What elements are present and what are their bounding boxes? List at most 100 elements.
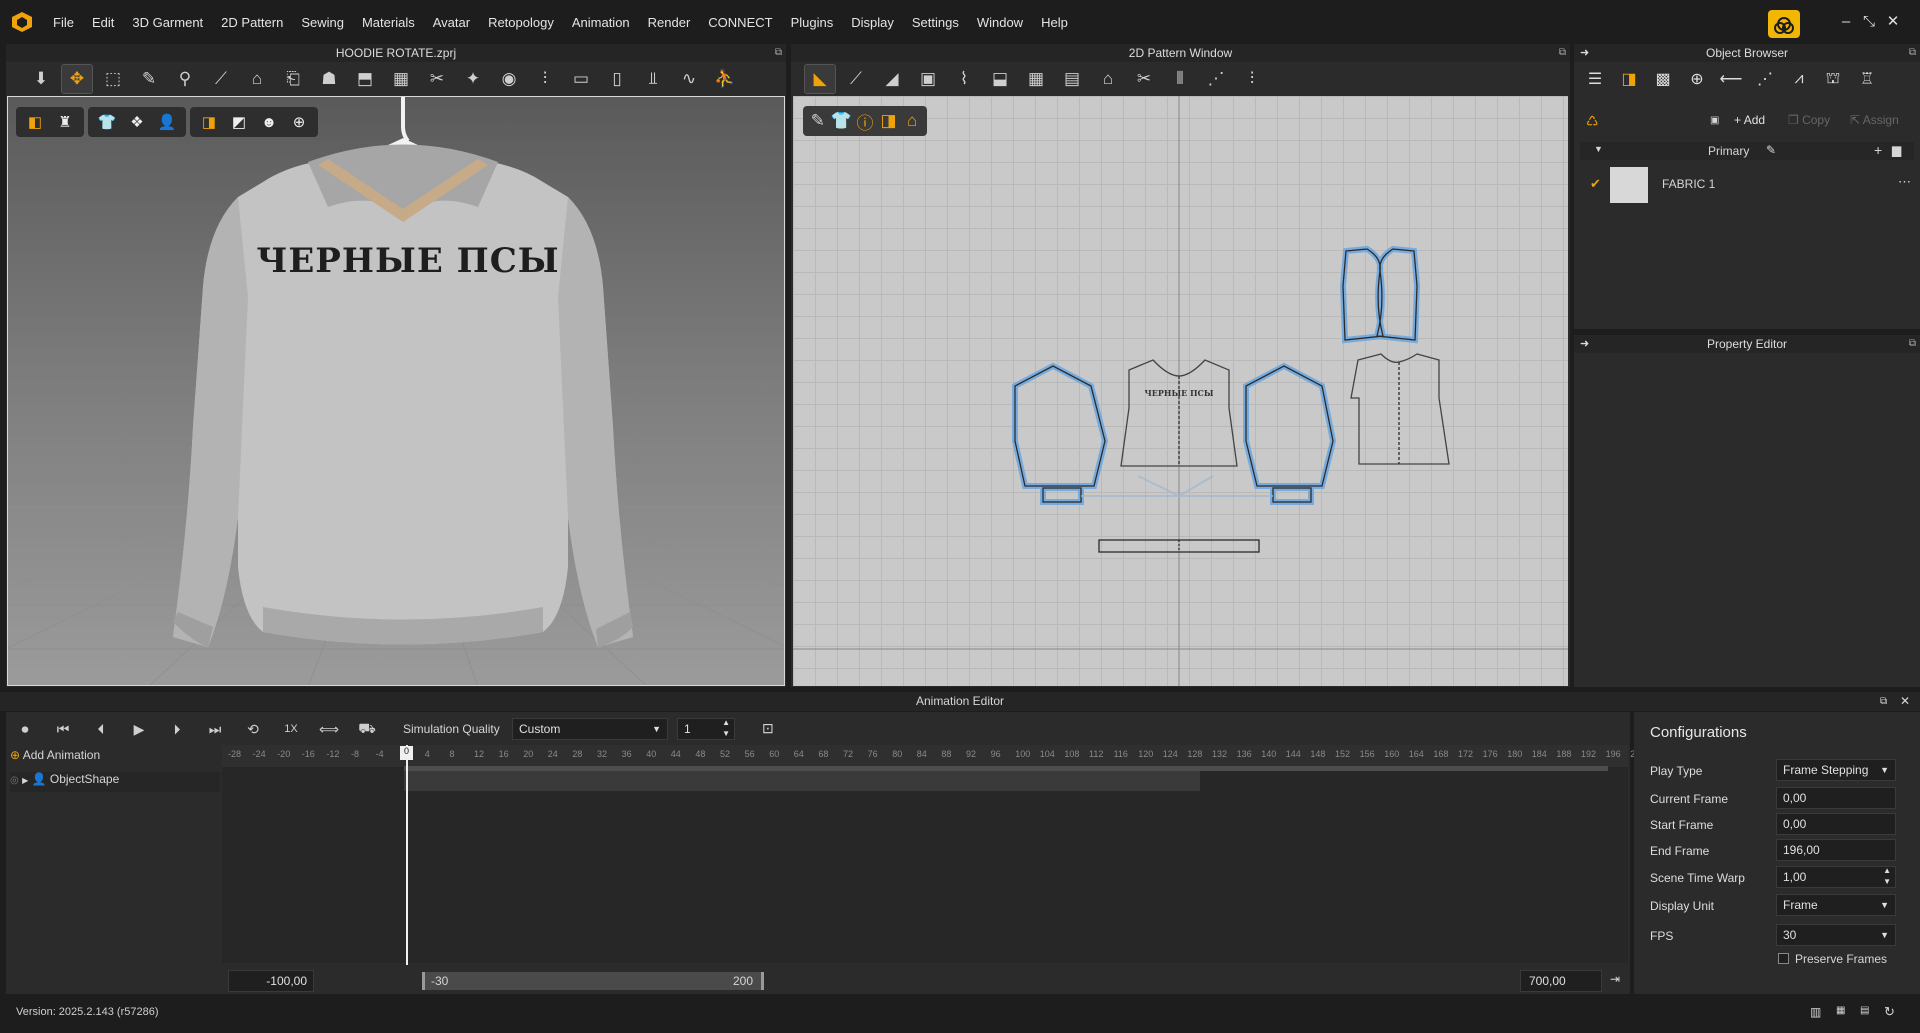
assign-button[interactable]: ⇱ Assign	[1850, 113, 1899, 127]
play-type-select[interactable]: Frame Stepping ▼	[1776, 759, 1896, 781]
quality-number-input[interactable]: 1 ▲ ▼	[677, 718, 735, 740]
garment-tool-icon[interactable]: ⌂	[242, 65, 272, 93]
line-tool-icon[interactable]: ⟋	[206, 65, 236, 93]
3d-viewport[interactable]: ЧЕРНЫЕ ПСЫ ◧ ♜ 👕 ❖ 👤 ◨ ◩ ☻ ⊕	[7, 96, 785, 686]
playhead[interactable]	[406, 745, 408, 965]
undock-icon[interactable]: ⧉	[1909, 44, 1916, 62]
menu-item-avatar[interactable]: Avatar	[424, 15, 479, 30]
menu-item-2d-pattern[interactable]: 2D Pattern	[212, 15, 292, 30]
edit-icon[interactable]: ✎	[1766, 143, 1776, 157]
playhead-label[interactable]: 0	[400, 746, 413, 760]
tack-tool-icon[interactable]: ✂	[422, 65, 452, 93]
menu-item-3d-garment[interactable]: 3D Garment	[123, 15, 212, 30]
collapse-arrow-icon[interactable]: ➜	[1580, 335, 1589, 353]
curve-tool-icon[interactable]: ∿	[674, 65, 704, 93]
keyframe-icon[interactable]: ⟺	[314, 715, 344, 743]
range-end-field[interactable]: 700,00	[1520, 970, 1602, 992]
rect-tool-icon[interactable]: ▯	[602, 65, 632, 93]
add-material-icon[interactable]: +	[1874, 142, 1882, 158]
expand-icon[interactable]: ▶	[22, 776, 28, 785]
menu-item-settings[interactable]: Settings	[903, 15, 968, 30]
menu-item-render[interactable]: Render	[639, 15, 700, 30]
loop-icon[interactable]: ⟲	[238, 715, 268, 743]
undock-icon[interactable]: ⧉	[1559, 44, 1566, 62]
garment-icon[interactable]: ⌂	[1093, 65, 1123, 93]
menu-item-help[interactable]: Help	[1032, 15, 1077, 30]
segment-icon[interactable]: ⋰	[1201, 65, 1231, 93]
fold-icon[interactable]: ▤	[1057, 65, 1087, 93]
globe-tool-icon[interactable]: ◉	[494, 65, 524, 93]
arrange-tool-icon[interactable]: ⬒	[350, 65, 380, 93]
checker-tab-icon[interactable]: ▩	[1646, 64, 1680, 94]
folder-add-icon[interactable]: ▣	[1710, 115, 1719, 126]
zip-tool-icon[interactable]: ⫶	[530, 65, 560, 93]
simulation-quality-select[interactable]: Custom ▼	[512, 718, 668, 740]
track-row[interactable]: ◎ ▶ 👤 ObjectShape	[10, 772, 220, 792]
zipper-tab-icon[interactable]: ⩘	[1782, 64, 1816, 94]
refresh-icon[interactable]: ↻	[1884, 1004, 1895, 1020]
animation-clip-bar[interactable]	[404, 769, 1200, 791]
time-warp-field[interactable]: 1,00 ▲ ▼	[1776, 866, 1896, 888]
move-tool-icon[interactable]: ✥	[61, 64, 93, 94]
prev-frame-icon[interactable]: ⏴	[86, 715, 116, 743]
grid-icon[interactable]: ▦	[1021, 65, 1051, 93]
simulation-icon[interactable]: ⛟	[352, 715, 382, 743]
button-tab-icon[interactable]: ⊕	[1680, 64, 1714, 94]
trim-tab-icon[interactable]: ⛫	[1816, 64, 1850, 94]
undock-icon[interactable]: ⧉	[1880, 692, 1887, 711]
graphic-tab-icon[interactable]: ♖	[1850, 64, 1884, 94]
down-arrow-tool-icon[interactable]: ⬇	[26, 65, 56, 93]
edit-tool-icon[interactable]: ✦	[458, 65, 488, 93]
seam-icon[interactable]: ⦀	[1165, 65, 1195, 93]
minimize-button[interactable]: –	[1836, 12, 1856, 32]
fabric-view-icon[interactable]: ❖	[124, 111, 150, 133]
fabric-tab-icon[interactable]: ◨	[1612, 64, 1646, 94]
list-tab-icon[interactable]: ☰	[1578, 64, 1612, 94]
select-tool-icon[interactable]: ⬚	[98, 65, 128, 93]
clo-brand-icon[interactable]	[1768, 10, 1800, 38]
range-slider[interactable]: -30 200	[422, 972, 764, 990]
menu-item-materials[interactable]: Materials	[353, 15, 424, 30]
display-unit-select[interactable]: Frame ▼	[1776, 894, 1896, 916]
zip-icon[interactable]: ⫶	[1237, 65, 1267, 93]
rectangle-icon[interactable]: ▣	[913, 65, 943, 93]
more-options-icon[interactable]: ⋯	[1898, 174, 1911, 190]
fit-range-icon[interactable]: ⇥	[1610, 972, 1620, 986]
preserve-frames-checkbox[interactable]	[1778, 953, 1789, 964]
close-button[interactable]: ✕	[1883, 12, 1903, 32]
start-frame-field[interactable]: 0,00	[1776, 813, 1896, 835]
menu-item-plugins[interactable]: Plugins	[782, 15, 843, 30]
last-frame-icon[interactable]: ⏭	[200, 715, 230, 743]
add-animation-button[interactable]: ⊕ Add Animation	[10, 748, 220, 768]
grid-tool-icon[interactable]: ▦	[386, 65, 416, 93]
speed-button[interactable]: 1X	[276, 715, 306, 743]
person-view-icon[interactable]: 👤	[154, 111, 180, 133]
skin-view-icon[interactable]: ☻	[256, 111, 282, 133]
walk-tool-icon[interactable]: ⛹	[710, 65, 740, 93]
current-frame-field[interactable]: 0,00	[1776, 787, 1896, 809]
record-icon[interactable]: ⏺	[10, 715, 40, 743]
2d-pattern-viewport[interactable]: ✎ 👕 ⓘ ◨ ⌂ ЧЕРНЫЕ ПСЫ	[793, 96, 1568, 686]
collapse-arrow-icon[interactable]: ➜	[1580, 44, 1589, 62]
first-frame-icon[interactable]: ⏮	[48, 715, 78, 743]
group-header[interactable]: ▼ Primary ✎ + ▆	[1580, 142, 1914, 160]
tack-icon[interactable]: ✂	[1129, 65, 1159, 93]
end-frame-field[interactable]: 196,00	[1776, 839, 1896, 861]
edit-point-icon[interactable]: ⟋	[841, 65, 871, 93]
restore-button[interactable]: ⤡	[1859, 12, 1879, 32]
3d-view-icon[interactable]: ▦	[1836, 1005, 1845, 1016]
timeline-ruler[interactable]: -28-24-20-16-12-8-4048121620242832364044…	[222, 745, 1640, 767]
fps-select[interactable]: 30 ▼	[1776, 924, 1896, 946]
menu-item-window[interactable]: Window	[968, 15, 1032, 30]
hanger-icon[interactable]: ♺	[1586, 113, 1599, 130]
play-icon[interactable]: ▶	[124, 715, 154, 743]
next-frame-icon[interactable]: ⏵	[162, 715, 192, 743]
box-view-icon[interactable]: ◧	[22, 111, 48, 133]
capture-icon[interactable]: ⊡	[762, 720, 774, 737]
app-logo[interactable]	[0, 0, 44, 44]
menu-item-display[interactable]: Display	[842, 15, 903, 30]
2d-view-icon[interactable]: ▤	[1860, 1005, 1869, 1016]
box-tool-icon[interactable]: ▭	[566, 65, 596, 93]
menu-item-connect[interactable]: CONNECT	[699, 15, 781, 30]
arrange-icon[interactable]: ⬓	[985, 65, 1015, 93]
